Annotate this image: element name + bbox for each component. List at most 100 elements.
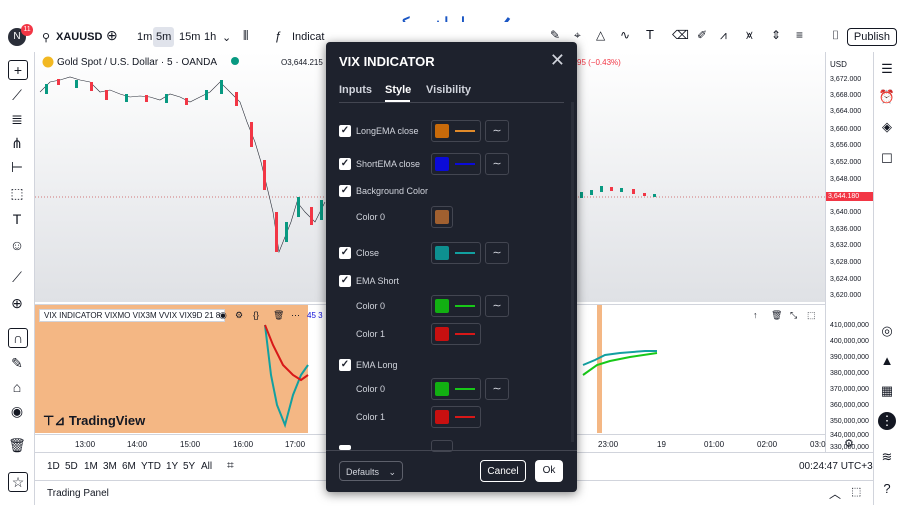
path-icon[interactable]: ⌖ [574,28,581,43]
ema-short-color1-button[interactable] [431,323,481,345]
background-color-checkbox[interactable]: ✓ [339,185,351,197]
maximize-icon[interactable]: ⬚ [807,310,816,321]
tab-inputs[interactable]: Inputs [339,84,372,96]
collapse-icon[interactable]: ⤡ [790,310,797,321]
pitchfork-icon[interactable]: ⋔ [8,134,26,152]
trend-line-icon[interactable]: ⟋ [8,86,26,104]
ema-short-color0-button[interactable] [431,295,481,317]
close-style-button[interactable]: ∼ [485,242,509,264]
compare-plus-icon[interactable]: ⊕ [106,27,118,44]
ruler-icon[interactable]: ⟋ [8,268,26,286]
eraser-icon[interactable]: ⌫ [672,28,689,42]
star-icon[interactable]: ☆ [8,472,28,492]
camera-icon[interactable]: ⌷ [832,28,839,43]
curve-icon[interactable]: ∿ [620,28,630,42]
longema-checkbox[interactable]: ✓ [339,125,351,137]
pattern-icon[interactable]: ⩘ [720,28,727,43]
longema-color-button[interactable] [431,120,481,142]
interval-1h[interactable]: 1h [201,27,219,47]
chevron-up-icon[interactable]: ︿ [829,485,841,502]
zoom-in-icon[interactable]: ⊕ [8,294,26,312]
target-icon[interactable]: ◎ [878,322,896,340]
magnet-icon[interactable]: ∩ [8,328,28,348]
text-icon[interactable]: T [646,27,654,42]
lock-icon[interactable]: ⌂ [8,378,26,396]
triangle-icon[interactable]: △ [596,28,605,42]
chat-icon[interactable]: ☐ [878,150,896,168]
more-icon[interactable]: ⋯ [291,310,300,321]
tab-style[interactable]: Style [385,84,411,96]
layers-icon[interactable]: ◈ [878,118,896,136]
trading-panel-label[interactable]: Trading Panel [47,488,109,499]
range-1d[interactable]: 1D [47,461,60,472]
indicators-icon[interactable]: ƒ [275,29,282,43]
measure-icon[interactable]: ⇕ [771,28,781,42]
currency-label[interactable]: USD [830,60,847,69]
symbol-search[interactable]: XAUUSD [56,31,102,43]
pane-delete-icon[interactable]: 🗑 [771,310,782,321]
xabcd-icon[interactable]: ⩙ [746,28,753,43]
interval-5m[interactable]: 5m [153,27,175,47]
chevron-down-icon[interactable]: ⌄ [222,31,231,44]
signal-icon[interactable]: ≋ [878,448,896,466]
ideas-icon[interactable]: ▲ [878,352,896,370]
move-up-icon[interactable]: ↑ [753,310,758,320]
ema-long-checkbox[interactable]: ✓ [339,359,351,371]
longema-style-button[interactable]: ∼ [485,120,509,142]
axis-settings-icon[interactable]: ⚙ [844,437,854,450]
range-ytd[interactable]: YTD [141,461,161,472]
range-6m[interactable]: 6M [122,461,136,472]
fib-retracement-icon[interactable]: ≣ [8,110,26,128]
eye-icon[interactable]: ◉ [8,402,26,420]
settings-gear-icon[interactable]: ⚙ [235,310,243,321]
crosshair-icon[interactable]: + [8,60,28,80]
delete-icon[interactable]: 🗑 [273,310,284,321]
projection-icon[interactable]: ⊢ [8,158,26,176]
ema-long-color0-button[interactable] [431,378,481,400]
source-code-icon[interactable]: {} [253,310,259,320]
price-scale[interactable]: USD 3,672.000 3,668.000 3,664.000 3,660.… [825,52,875,452]
shortema-color-button[interactable] [431,153,481,175]
highlighter-icon[interactable]: ✐ [697,28,707,42]
alerts-icon[interactable]: ⏰ [878,88,896,106]
ema-short-checkbox[interactable]: ✓ [339,275,351,287]
search-icon[interactable]: ⚲ [42,31,50,44]
defaults-dropdown[interactable]: Defaults ⌄ [339,461,403,481]
range-1y[interactable]: 1Y [166,461,178,472]
interval-15m[interactable]: 15m [176,27,203,47]
calendar-icon[interactable]: ▦ [878,382,896,400]
range-5y[interactable]: 5Y [183,461,195,472]
candle-type-icon[interactable]: ⫴ [243,28,248,44]
close-color-button[interactable] [431,242,481,264]
brush-icon[interactable]: ✎ [550,28,560,42]
trash-icon[interactable]: 🗑 [8,436,26,454]
close-icon[interactable]: ✕ [550,50,565,71]
publish-button[interactable]: Publish [846,28,897,46]
cancel-button[interactable]: Cancel [480,460,526,482]
clock[interactable]: 00:24:47 UTC+3 [799,461,873,472]
close-checkbox[interactable]: ✓ [339,247,351,259]
range-all[interactable]: All [201,461,212,472]
indicators-button[interactable]: Indicat [292,31,324,43]
shortema-checkbox[interactable]: ✓ [339,158,351,170]
emoji-icon[interactable]: ☺ [8,236,26,254]
fib-icon[interactable]: ≡ [796,28,803,42]
range-1m[interactable]: 1M [84,461,98,472]
brush-tool-icon[interactable]: ⬚ [8,184,26,202]
eye-visibility-icon[interactable]: ◉ [219,310,227,321]
indicator-legend[interactable]: VIX INDICATOR VIXMO VIX3M VVIX VIX9D 21 … [39,309,226,322]
range-3m[interactable]: 3M [103,461,117,472]
dialog-scrollbar[interactable] [571,102,574,442]
pencil-lock-icon[interactable]: ✎ [8,354,26,372]
bg-color0-button[interactable] [431,206,453,228]
symbol-legend[interactable]: Gold Spot / U.S. Dollar · 5 · OANDA [57,57,217,68]
text-tool-icon[interactable]: T [8,210,26,228]
range-5d[interactable]: 5D [65,461,78,472]
help-icon[interactable]: ? [878,480,896,498]
ema-short-style-button[interactable]: ∼ [485,295,509,317]
maximize-panel-icon[interactable]: ⬚ [851,485,861,498]
ema-long-color1-button[interactable] [431,406,481,428]
apps-grid-icon[interactable]: ⋮ [878,412,896,430]
watchlist-icon[interactable]: ☰ [878,60,896,78]
shortema-style-button[interactable]: ∼ [485,153,509,175]
